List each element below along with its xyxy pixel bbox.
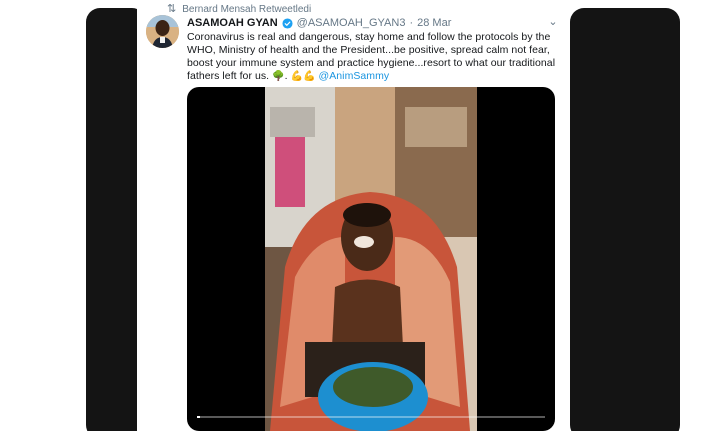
header-separator: · <box>409 17 414 29</box>
retweet-context-text: Bernard Mensah Retweetledi <box>182 3 312 15</box>
retweet-context: ⇅ Bernard Mensah Retweetledi <box>167 2 311 16</box>
muscle-emoji: 💪💪 <box>290 71 316 82</box>
tweet-header: ASAMOAH GYAN @ASAMOAH_GYAN3 · 28 Mar ⌄ <box>187 15 560 31</box>
video-frame-image <box>265 87 477 431</box>
retweet-icon: ⇅ <box>167 2 177 15</box>
chevron-down-icon[interactable]: ⌄ <box>546 15 560 29</box>
video-player[interactable] <box>187 87 555 431</box>
video-progress-fill <box>197 416 201 418</box>
tweet-text: Coronavirus is real and dangerous, stay … <box>187 31 562 83</box>
author-handle[interactable]: @ASAMOAH_GYAN3 <box>297 17 406 29</box>
avatar[interactable] <box>146 15 179 48</box>
tweet-dot: . <box>284 70 288 82</box>
tree-emoji: 🌳 <box>272 71 285 82</box>
mention-link[interactable]: @AnimSammy <box>319 70 390 82</box>
tweet-card[interactable]: ⇅ Bernard Mensah Retweetledi ASAMOAH GYA… <box>137 0 570 431</box>
tweet-date[interactable]: 28 Mar <box>417 17 451 29</box>
verified-badge-icon <box>282 17 293 29</box>
author-display-name[interactable]: ASAMOAH GYAN <box>187 17 278 29</box>
video-progress-bar[interactable] <box>197 416 545 418</box>
backdrop-panel-right <box>570 8 680 431</box>
